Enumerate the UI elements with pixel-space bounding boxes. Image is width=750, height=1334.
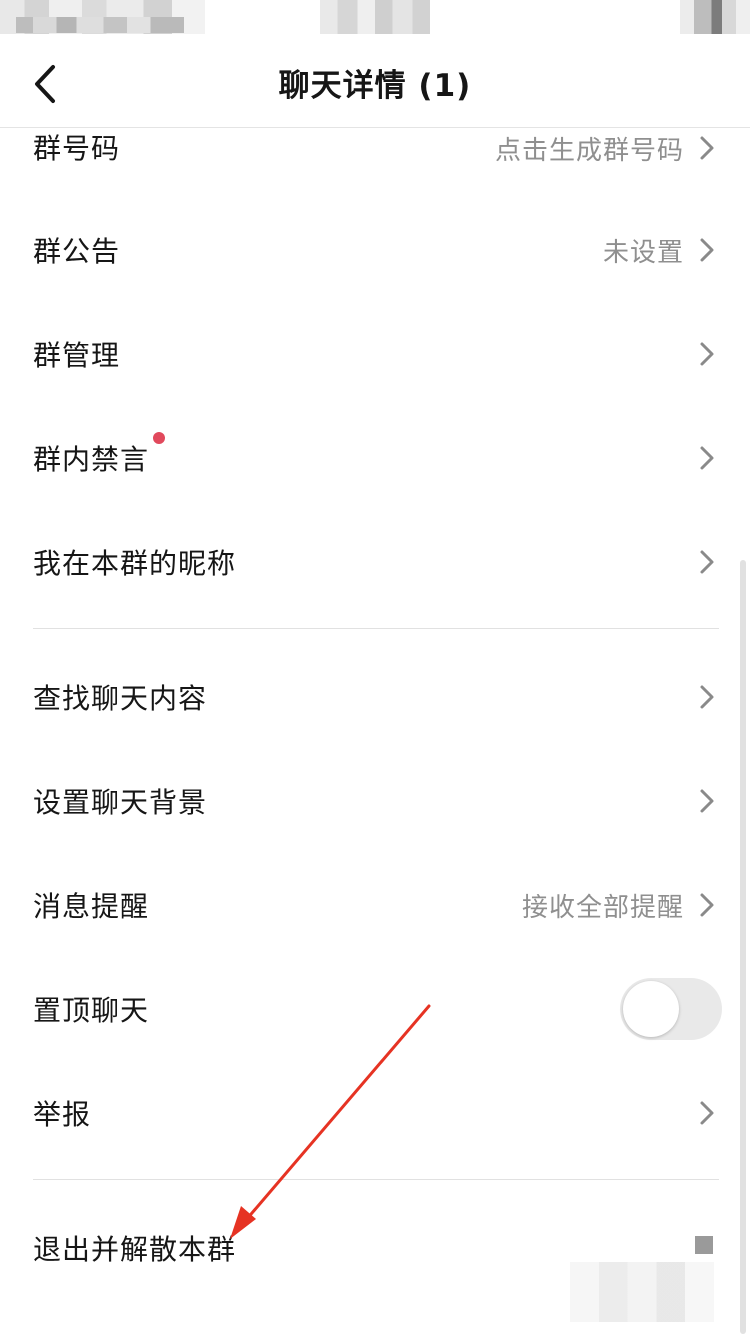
toggle-knob bbox=[623, 981, 679, 1037]
row-value: 未设置 bbox=[602, 237, 684, 268]
row-pin-chat: 置顶聊天 bbox=[0, 957, 750, 1061]
row-label: 设置聊天背景 bbox=[33, 786, 208, 819]
row-label: 查找聊天内容 bbox=[33, 682, 208, 715]
section-divider bbox=[33, 628, 719, 629]
nav-bar: 聊天详情 (1) bbox=[0, 36, 750, 128]
row-label: 群管理 bbox=[33, 339, 121, 372]
page-title: 聊天详情 (1) bbox=[278, 68, 472, 104]
row-value: 点击生成群号码 bbox=[494, 135, 684, 166]
row-label: 我在本群的昵称 bbox=[33, 547, 237, 580]
row-message-notification[interactable]: 消息提醒 接收全部提醒 bbox=[0, 853, 750, 957]
chevron-right-icon bbox=[698, 341, 716, 367]
row-my-nickname[interactable]: 我在本群的昵称 bbox=[0, 510, 750, 614]
row-group-management[interactable]: 群管理 bbox=[0, 302, 750, 406]
row-group-announcement[interactable]: 群公告 未设置 bbox=[0, 198, 750, 302]
row-group-number[interactable]: 群号码 点击生成群号码 bbox=[0, 128, 750, 168]
section-divider bbox=[33, 1179, 719, 1180]
bottom-square-mark bbox=[695, 1236, 713, 1254]
row-label: 群号码 bbox=[33, 132, 121, 165]
scrollbar[interactable] bbox=[740, 560, 748, 1334]
status-bar-mosaic-center bbox=[320, 0, 430, 34]
notification-dot bbox=[153, 432, 166, 444]
bottom-mosaic bbox=[570, 1262, 714, 1322]
status-bar bbox=[0, 0, 750, 36]
settings-list: 群号码 点击生成群号码 群公告 未设置 群管理 群内禁言 我在本群的昵称 查找聊… bbox=[0, 128, 750, 1300]
row-label-text: 群内禁言 bbox=[33, 443, 150, 476]
chevron-right-icon bbox=[698, 237, 716, 263]
chevron-right-icon bbox=[698, 1100, 716, 1126]
scrollbar-thumb[interactable] bbox=[740, 560, 746, 1334]
status-bar-mosaic-left-lower bbox=[16, 17, 184, 33]
chevron-right-icon bbox=[698, 892, 716, 918]
row-group-mute[interactable]: 群内禁言 bbox=[0, 406, 750, 510]
status-bar-mosaic-right bbox=[680, 0, 750, 34]
pin-chat-toggle[interactable] bbox=[620, 978, 722, 1040]
chevron-right-icon bbox=[698, 445, 716, 471]
row-chat-background[interactable]: 设置聊天背景 bbox=[0, 749, 750, 853]
chevron-right-icon bbox=[698, 788, 716, 814]
row-search-chat[interactable]: 查找聊天内容 bbox=[0, 645, 750, 749]
chevron-right-icon bbox=[698, 684, 716, 710]
row-report[interactable]: 举报 bbox=[0, 1061, 750, 1165]
row-label: 群公告 bbox=[33, 235, 121, 268]
chevron-right-icon bbox=[698, 135, 716, 161]
row-label: 退出并解散本群 bbox=[33, 1233, 237, 1266]
row-value: 接收全部提醒 bbox=[521, 892, 684, 923]
chat-details-page: 聊天详情 (1) 群号码 点击生成群号码 群公告 未设置 群管理 群内禁言 我在… bbox=[0, 0, 750, 1334]
row-label: 群内禁言 bbox=[33, 432, 166, 478]
row-label: 置顶聊天 bbox=[33, 994, 150, 1027]
row-label: 举报 bbox=[33, 1098, 92, 1131]
row-label: 消息提醒 bbox=[33, 890, 150, 923]
chevron-right-icon bbox=[698, 549, 716, 575]
